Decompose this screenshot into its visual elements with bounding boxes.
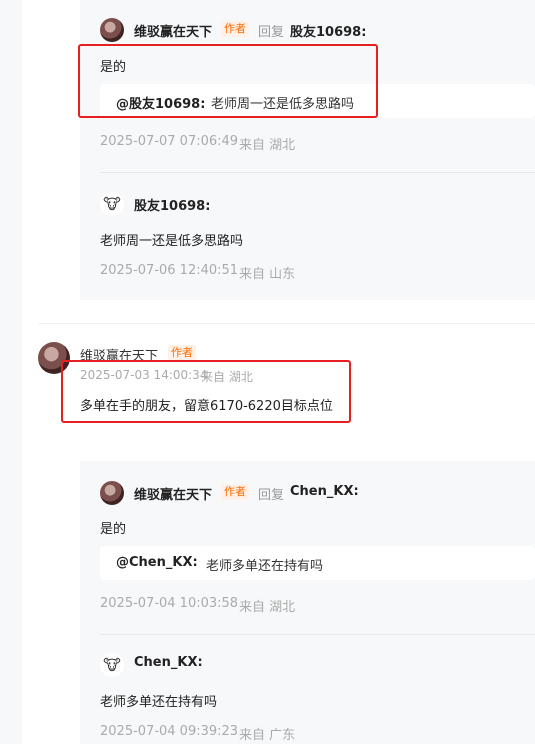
reply-location: 来自 湖北 (239, 600, 296, 615)
original-location: 来自 山东 (239, 267, 296, 282)
highlight-box (61, 360, 351, 423)
quoted-comment[interactable]: @Chen_KX: 老师多单还在持有吗 (100, 546, 535, 580)
reply-text: 是的 (100, 522, 127, 537)
user-avatar[interactable] (100, 18, 124, 42)
divider (100, 172, 535, 173)
original-username[interactable]: 股友10698: (134, 195, 210, 214)
reply-timestamp: 2025-07-07 07:06:49 (100, 134, 239, 149)
comment-divider (38, 323, 535, 324)
cow-avatar-icon[interactable]: 🐮 (100, 653, 124, 677)
divider (100, 634, 535, 635)
author-badge: 作者 (168, 345, 196, 361)
original-timestamp: 2025-07-04 09:39:23 (100, 724, 239, 739)
reply-target-username[interactable]: Chen_KX: (290, 484, 359, 499)
reply-timestamp: 2025-07-04 10:03:58 (100, 596, 239, 611)
quoted-username[interactable]: @Chen_KX: (116, 555, 198, 570)
reply-target-username[interactable]: 股友10698: (290, 21, 366, 40)
original-location: 来自 广东 (239, 728, 296, 743)
author-badge: 作者 (221, 21, 249, 37)
quoted-text: 老师多单还在持有吗 (206, 559, 324, 574)
cow-avatar-icon[interactable]: 🐮 (100, 192, 124, 216)
highlight-box (78, 44, 378, 118)
reply-label: 回复 (258, 25, 285, 40)
original-text: 老师周一还是低多思路吗 (100, 234, 244, 249)
reply-username[interactable]: 维驳赢在天下 (134, 484, 212, 503)
author-badge: 作者 (221, 484, 249, 500)
reply-label: 回复 (258, 488, 285, 503)
original-text: 老师多单还在持有吗 (100, 695, 218, 710)
reply-username[interactable]: 维驳赢在天下 (134, 21, 212, 40)
left-gutter (0, 0, 22, 744)
original-timestamp: 2025-07-06 12:40:51 (100, 263, 239, 278)
user-avatar[interactable] (100, 481, 124, 505)
original-username[interactable]: Chen_KX: (134, 655, 203, 670)
reply-location: 来自 湖北 (239, 138, 296, 153)
